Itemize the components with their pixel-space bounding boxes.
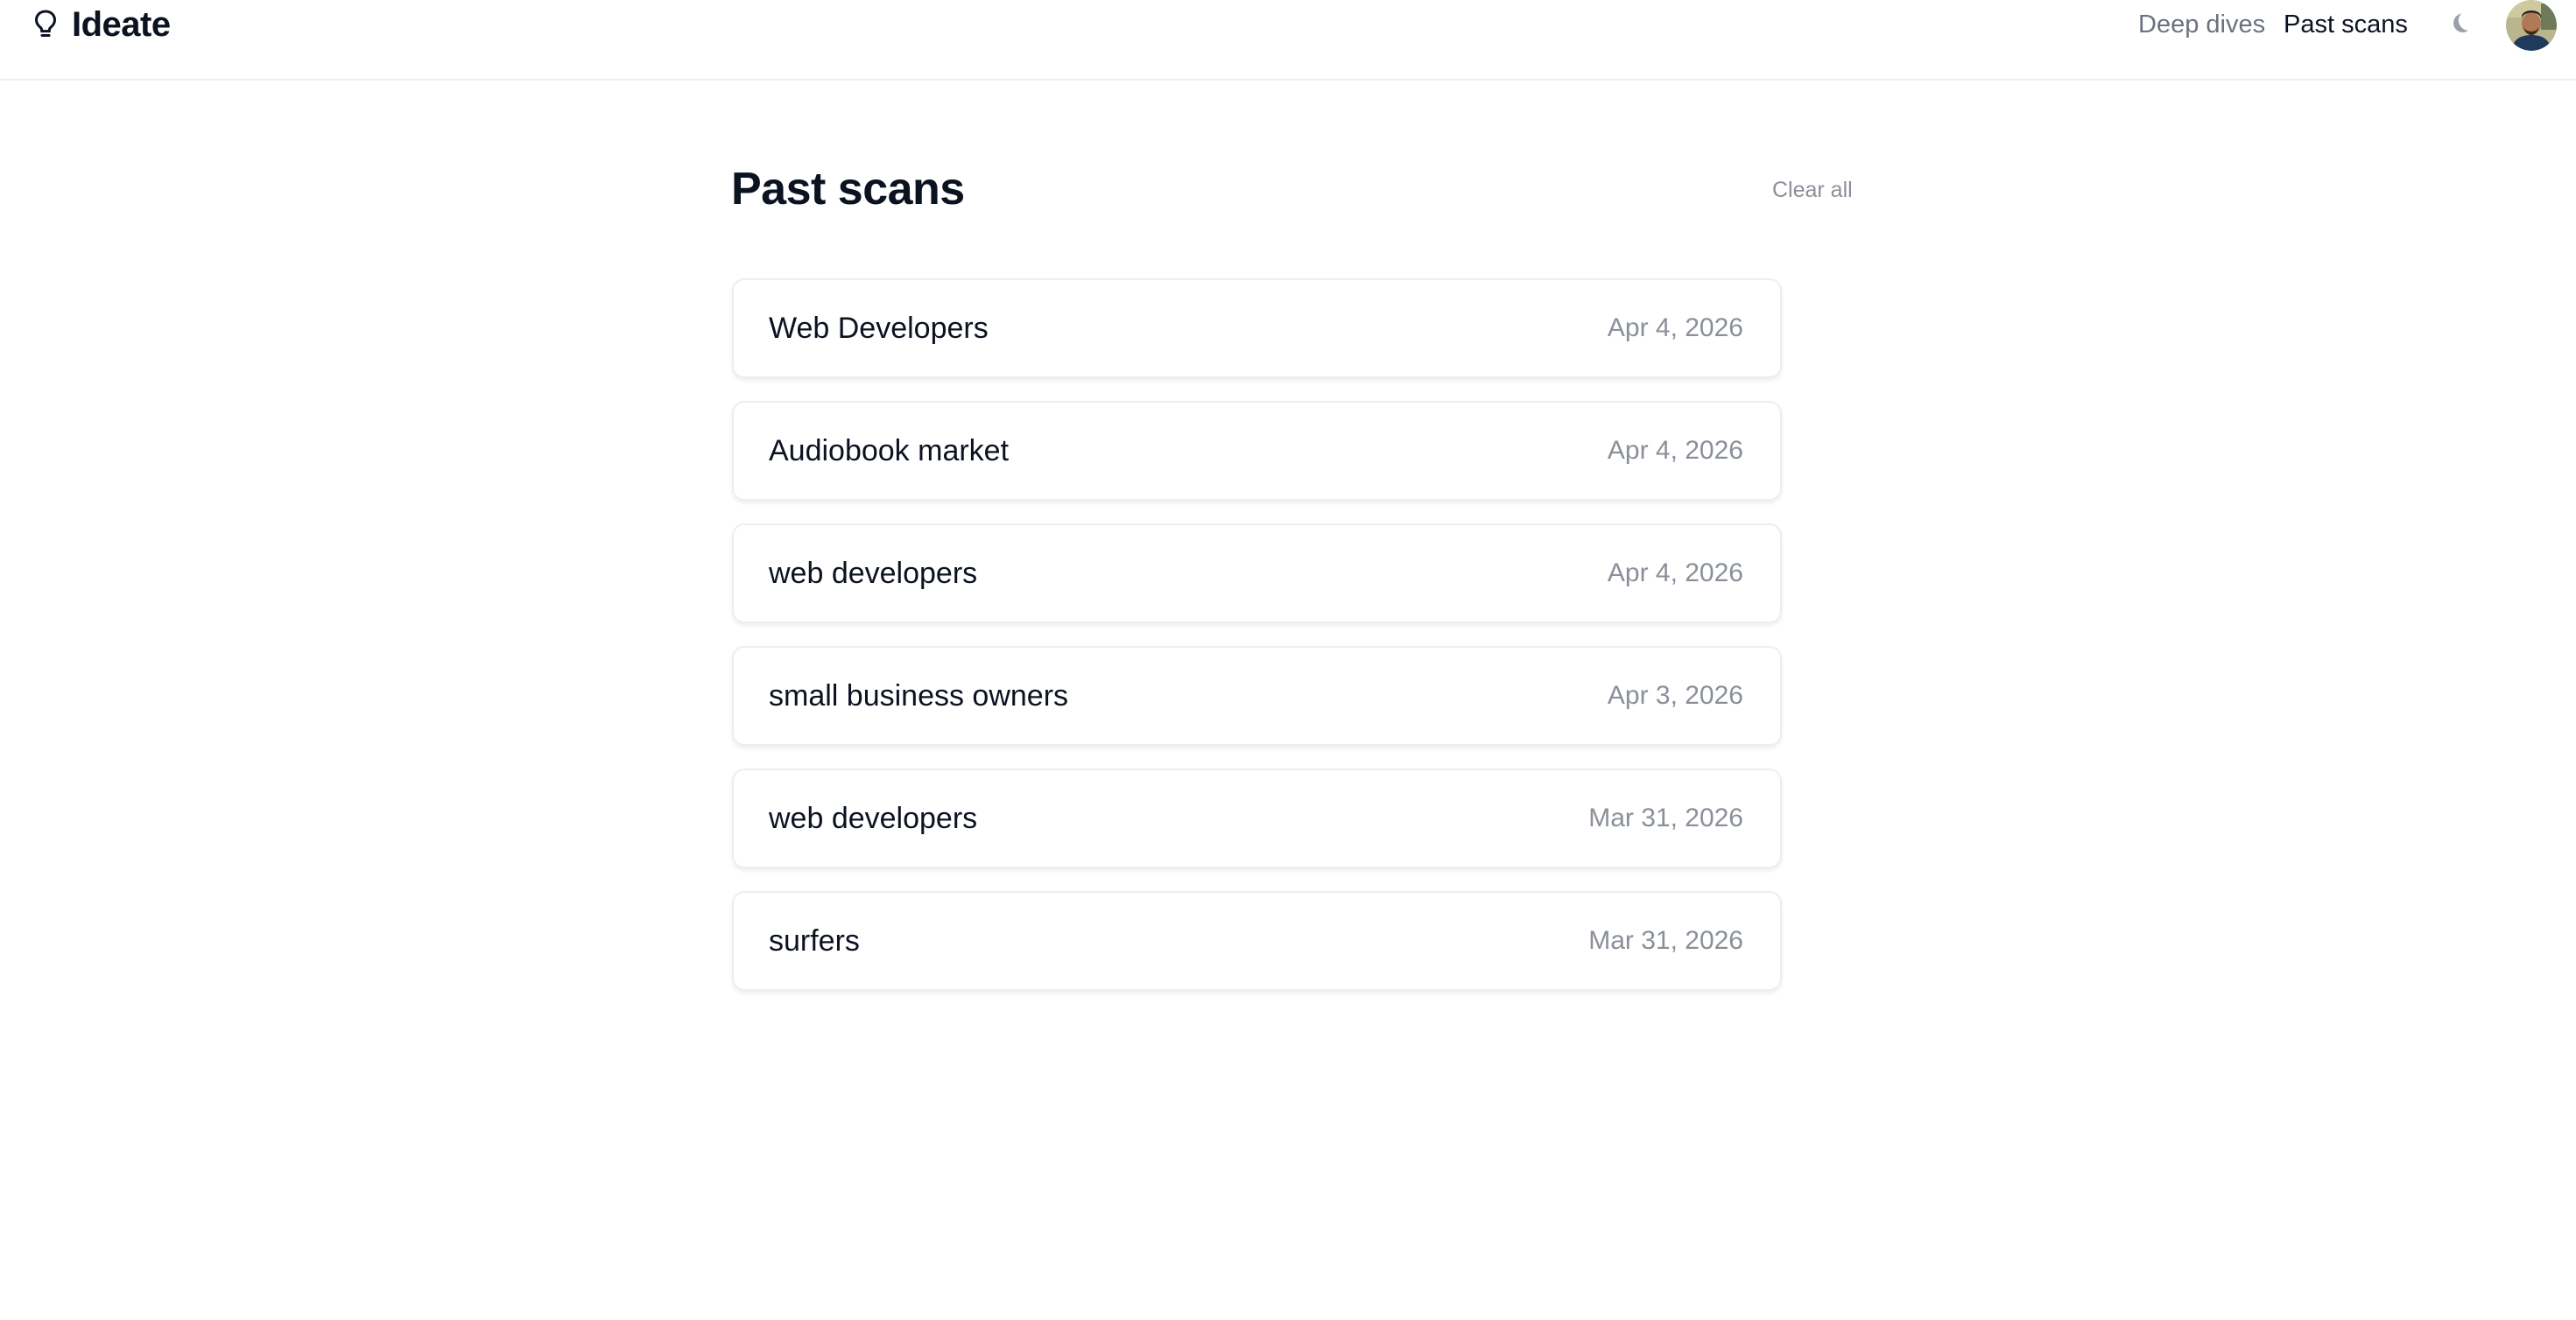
scan-list-item[interactable]: Web Developers Apr 4, 2026 [732,278,1782,378]
scan-name: web developers [769,801,978,835]
scan-date: Mar 31, 2026 [1588,926,1743,955]
scan-date: Apr 3, 2026 [1607,681,1743,710]
lightbulb-icon [32,7,60,42]
scan-date: Mar 31, 2026 [1588,804,1743,832]
scan-date: Apr 4, 2026 [1607,313,1743,342]
scan-name: Web Developers [769,311,989,345]
brand-name: Ideate [72,4,171,44]
scan-list-item[interactable]: surfers Mar 31, 2026 [732,891,1782,991]
scan-list-item[interactable]: small business owners Apr 3, 2026 [732,646,1782,746]
user-avatar[interactable] [2506,0,2557,51]
scan-list-item[interactable]: Audiobook market Apr 4, 2026 [732,401,1782,501]
clear-all-button[interactable]: Clear all [1772,178,1853,203]
scan-name: surfers [769,923,860,958]
scan-date: Apr 4, 2026 [1607,436,1743,465]
scan-name: small business owners [769,678,1069,713]
nav-link-past-scans[interactable]: Past scans [2284,11,2408,39]
scan-name: Audiobook market [769,433,1010,467]
scan-list-item[interactable]: web developers Apr 4, 2026 [732,523,1782,623]
page-title: Past scans [731,164,965,214]
moon-icon [2446,11,2471,39]
scan-list-item[interactable]: web developers Mar 31, 2026 [732,769,1782,868]
scan-name: web developers [769,556,978,590]
scan-list: Web Developers Apr 4, 2026 Audiobook mar… [732,278,1782,1014]
brand-logo[interactable]: Ideate [32,4,171,46]
scan-date: Apr 4, 2026 [1607,558,1743,587]
theme-toggle-button[interactable] [2443,9,2474,40]
nav-link-deep-dives[interactable]: Deep dives [2138,11,2265,39]
top-navigation-bar: Ideate Deep dives Past scans [0,0,2576,81]
